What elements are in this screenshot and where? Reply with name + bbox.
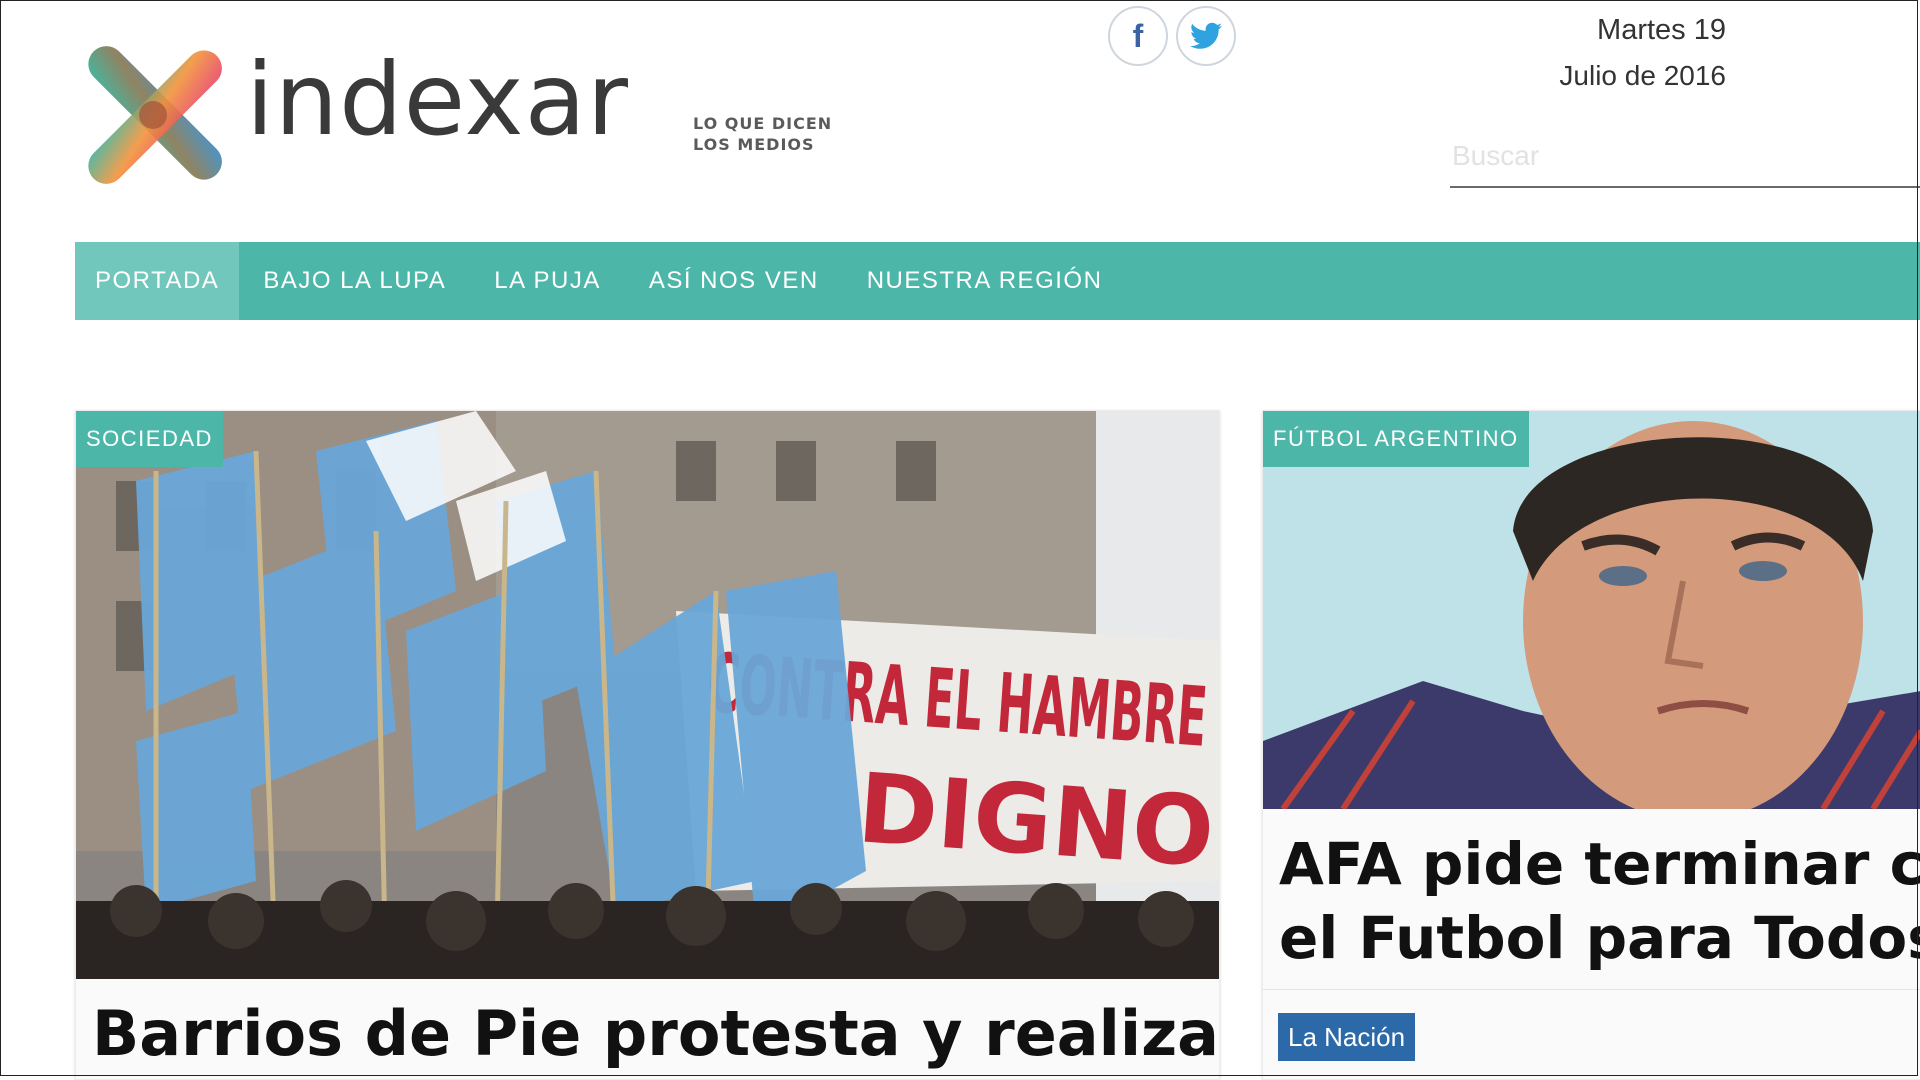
twitter-button[interactable] — [1176, 6, 1236, 66]
facebook-button[interactable]: f — [1108, 6, 1168, 66]
portrait-photo — [1263, 411, 1920, 809]
article-card[interactable]: CONTRA EL HAMBRE DIGNO — [75, 410, 1220, 1080]
site-tagline: LO QUE DICEN LOS MEDIOS — [693, 113, 832, 155]
site-logo[interactable] — [78, 42, 228, 188]
tagline-line1: LO QUE DICEN — [693, 114, 833, 133]
headline-line2: el Futbol para Todos — [1279, 904, 1920, 972]
nav-item-asi-nos-ven[interactable]: ASÍ NOS VEN — [625, 242, 843, 320]
article-card[interactable]: FÚTBOL ARGENTINO AFA pide terminar c el … — [1262, 410, 1920, 1080]
article-headline[interactable]: Barrios de Pie protesta y realiza — [92, 996, 1219, 1072]
headline-line1: AFA pide terminar c — [1279, 830, 1920, 898]
protest-photo: CONTRA EL HAMBRE DIGNO — [76, 411, 1219, 979]
twitter-icon — [1190, 22, 1222, 49]
nav-item-bajo-la-lupa[interactable]: BAJO LA LUPA — [239, 242, 470, 320]
date-weekday: Martes 19 — [1597, 14, 1726, 46]
tagline-line2: LOS MEDIOS — [693, 135, 815, 154]
facebook-icon: f — [1132, 17, 1144, 54]
main-nav: PORTADA BAJO LA LUPA LA PUJA ASÍ NOS VEN… — [75, 242, 1920, 320]
site-name[interactable]: indexar — [246, 50, 629, 150]
date-month-year: Julio de 2016 — [1559, 60, 1726, 91]
category-badge[interactable]: SOCIEDAD — [76, 411, 223, 467]
logo-x-icon — [88, 46, 222, 184]
article-headline[interactable]: AFA pide terminar c el Futbol para Todos — [1279, 827, 1920, 975]
search-input[interactable] — [1450, 126, 1920, 188]
article-photo-protest[interactable]: CONTRA EL HAMBRE DIGNO — [76, 411, 1219, 979]
card-divider — [1263, 989, 1920, 990]
category-badge[interactable]: FÚTBOL ARGENTINO — [1263, 411, 1529, 467]
source-badge[interactable]: La Nación — [1278, 1013, 1416, 1061]
article-photo-portrait[interactable] — [1263, 411, 1920, 809]
nav-item-la-puja[interactable]: LA PUJA — [470, 242, 625, 320]
nav-item-nuestra-region[interactable]: NUESTRA REGIÓN — [843, 242, 1127, 320]
nav-item-portada[interactable]: PORTADA — [75, 242, 240, 320]
